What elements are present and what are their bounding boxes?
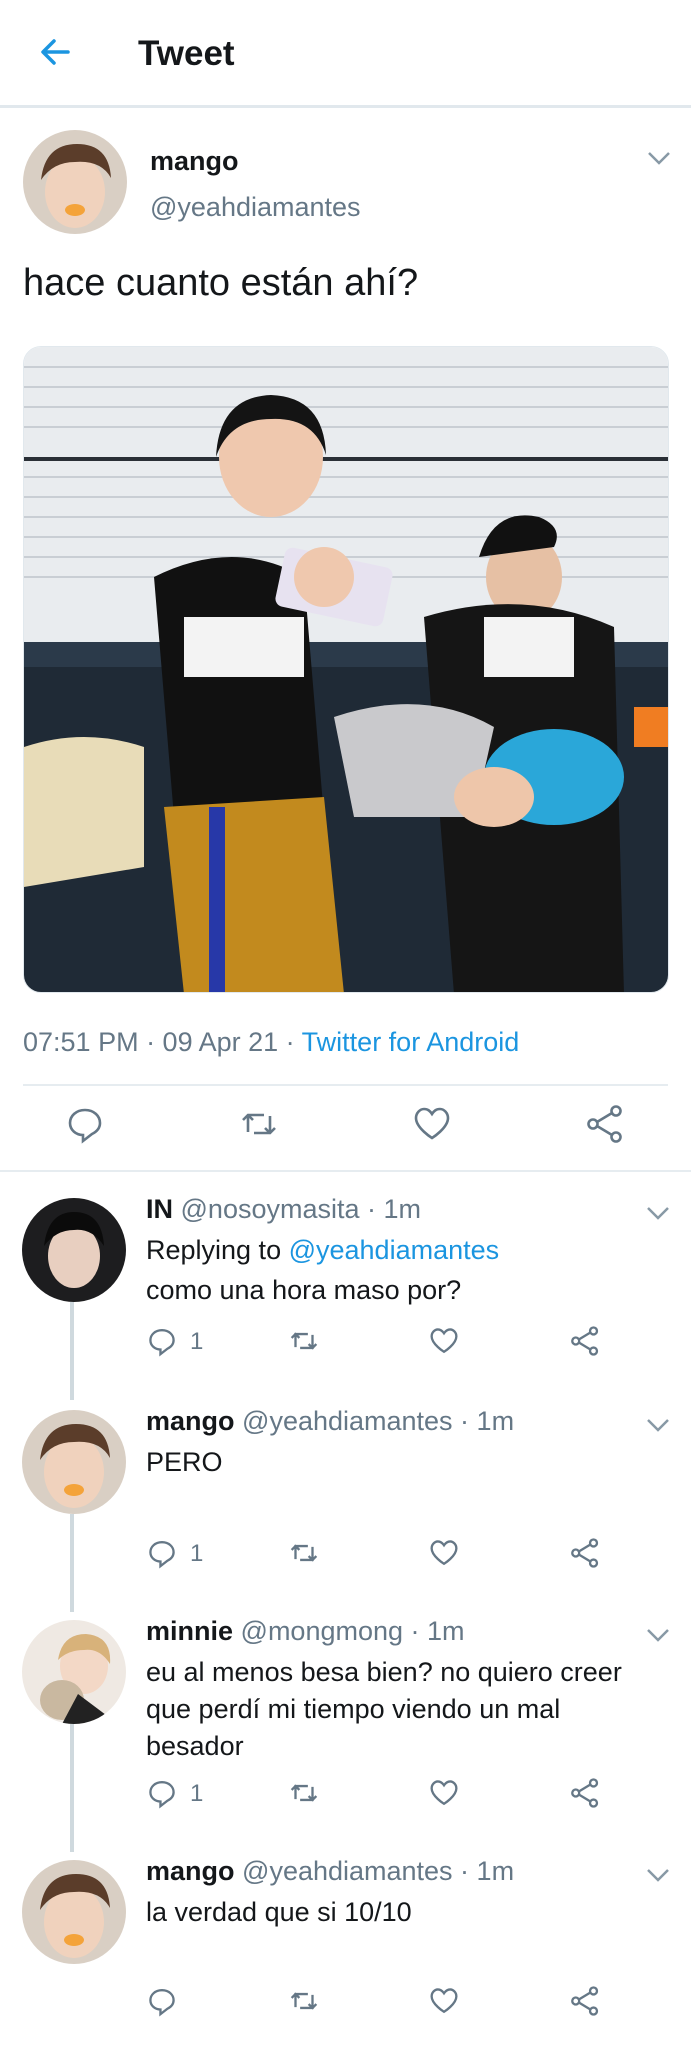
reply-handle: @yeahdiamantes · 1m bbox=[242, 1406, 515, 1436]
avatar[interactable] bbox=[23, 130, 127, 234]
replying-to: Replying to @yeahdiamantes bbox=[146, 1232, 499, 1269]
chevron-down-icon[interactable] bbox=[645, 1416, 671, 1434]
like-button[interactable] bbox=[410, 1102, 454, 1146]
avatar[interactable] bbox=[22, 1620, 126, 1724]
chevron-down-icon[interactable] bbox=[645, 148, 673, 168]
heart-icon bbox=[430, 1988, 458, 2014]
heart-icon bbox=[430, 1328, 458, 1354]
like-button[interactable] bbox=[427, 1984, 461, 2018]
share-icon bbox=[571, 1538, 599, 1568]
retweet-button[interactable] bbox=[287, 1536, 321, 1570]
reply-icon bbox=[68, 1108, 102, 1144]
avatar-image bbox=[22, 1410, 126, 1514]
timestamp: 07:51 PM · 09 Apr 21 · bbox=[23, 1027, 302, 1057]
share-button[interactable] bbox=[568, 1324, 602, 1358]
heart-icon bbox=[430, 1540, 458, 1566]
divider bbox=[23, 1084, 668, 1086]
tweet-text: hace cuanto están ahí? bbox=[23, 262, 419, 304]
arrow-left-icon bbox=[41, 39, 70, 65]
retweet-icon bbox=[290, 1784, 318, 1802]
retweet-icon bbox=[290, 1332, 318, 1350]
avatar-image bbox=[22, 1620, 126, 1724]
share-button[interactable] bbox=[568, 1776, 602, 1810]
reply-text: eu al menos besa bien? no quiero creer q… bbox=[146, 1654, 622, 1765]
page-title: Tweet bbox=[138, 34, 235, 73]
reply-icon bbox=[149, 1989, 175, 2017]
reply-button[interactable] bbox=[145, 1536, 179, 1570]
reply-author-name[interactable]: mango bbox=[146, 1406, 235, 1436]
chevron-down-icon[interactable] bbox=[645, 1626, 671, 1644]
avatar-image bbox=[23, 130, 127, 234]
reply-count: 1 bbox=[190, 1780, 204, 1807]
tweet-photo[interactable] bbox=[23, 346, 669, 993]
reply-author[interactable]: mango @yeahdiamantes · 1m bbox=[146, 1406, 514, 1437]
chevron-down-icon[interactable] bbox=[645, 1866, 671, 1884]
tweet-meta: 07:51 PM · 09 Apr 21 · Twitter for Andro… bbox=[23, 1027, 519, 1058]
top-bar: Tweet bbox=[0, 0, 691, 108]
retweet-icon bbox=[290, 1992, 318, 2010]
photo-image bbox=[24, 347, 668, 992]
reply-text-line: besador bbox=[146, 1731, 244, 1761]
reply-item[interactable]: minnie @mongmong · 1m eu al menos besa b… bbox=[0, 1612, 691, 1822]
reply-item[interactable]: IN @nosoymasita · 1m Replying to @yeahdi… bbox=[0, 1190, 691, 1360]
reply-text-line: que perdí mi tiempo viendo un mal bbox=[146, 1694, 561, 1724]
author-name[interactable]: mango bbox=[150, 146, 239, 177]
retweet-button[interactable] bbox=[287, 1324, 321, 1358]
reply-icon bbox=[149, 1329, 175, 1357]
reply-handle: @nosoymasita · 1m bbox=[180, 1194, 421, 1224]
reply-author-name[interactable]: mango bbox=[146, 1856, 235, 1886]
reply-text: como una hora maso por? bbox=[146, 1275, 462, 1305]
reply-icon bbox=[149, 1781, 175, 1809]
reply-button[interactable] bbox=[145, 1776, 179, 1810]
back-button[interactable] bbox=[34, 30, 78, 74]
chevron-down-icon[interactable] bbox=[645, 1204, 671, 1222]
share-button[interactable] bbox=[583, 1102, 627, 1146]
source-link[interactable]: Twitter for Android bbox=[302, 1027, 520, 1057]
tweet-actions bbox=[0, 1102, 691, 1152]
retweet-icon bbox=[242, 1113, 276, 1135]
like-button[interactable] bbox=[427, 1776, 461, 1810]
avatar-image bbox=[22, 1198, 126, 1302]
avatar[interactable] bbox=[22, 1198, 126, 1302]
retweet-icon bbox=[290, 1544, 318, 1562]
reply-author[interactable]: IN @nosoymasita · 1m bbox=[146, 1194, 421, 1225]
retweet-button[interactable] bbox=[237, 1102, 281, 1146]
reply-author[interactable]: mango @yeahdiamantes · 1m bbox=[146, 1856, 514, 1887]
heart-icon bbox=[414, 1107, 450, 1140]
share-button[interactable] bbox=[568, 1536, 602, 1570]
reply-item[interactable]: mango @yeahdiamantes · 1m PERO 1 bbox=[0, 1402, 691, 1572]
reply-text: la verdad que si 10/10 bbox=[146, 1897, 412, 1927]
heart-icon bbox=[430, 1780, 458, 1806]
reply-text: PERO bbox=[146, 1447, 223, 1477]
retweet-button[interactable] bbox=[287, 1776, 321, 1810]
reply-handle: @yeahdiamantes · 1m bbox=[242, 1856, 515, 1886]
reply-count: 1 bbox=[190, 1540, 204, 1567]
avatar[interactable] bbox=[22, 1860, 126, 1964]
retweet-button[interactable] bbox=[287, 1984, 321, 2018]
share-icon bbox=[587, 1105, 622, 1143]
author-handle[interactable]: @yeahdiamantes bbox=[150, 192, 361, 223]
replying-prefix: Replying to bbox=[146, 1235, 289, 1265]
reply-button[interactable] bbox=[145, 1984, 179, 2018]
reply-button[interactable] bbox=[145, 1324, 179, 1358]
share-icon bbox=[571, 1986, 599, 2016]
divider bbox=[0, 1170, 691, 1172]
reply-author-name[interactable]: IN bbox=[146, 1194, 173, 1224]
reply-button[interactable] bbox=[63, 1102, 107, 1146]
reply-icon bbox=[149, 1541, 175, 1569]
avatar-image bbox=[22, 1860, 126, 1964]
share-icon bbox=[571, 1778, 599, 1808]
reply-text-line: eu al menos besa bien? no quiero creer bbox=[146, 1657, 622, 1687]
avatar[interactable] bbox=[22, 1410, 126, 1514]
like-button[interactable] bbox=[427, 1324, 461, 1358]
share-button[interactable] bbox=[568, 1984, 602, 2018]
reply-handle: @mongmong · 1m bbox=[240, 1616, 465, 1646]
reply-author[interactable]: minnie @mongmong · 1m bbox=[146, 1616, 465, 1647]
reply-count: 1 bbox=[190, 1328, 204, 1355]
reply-item[interactable]: mango @yeahdiamantes · 1m la verdad que … bbox=[0, 1852, 691, 2032]
like-button[interactable] bbox=[427, 1536, 461, 1570]
mention-link[interactable]: @yeahdiamantes bbox=[289, 1235, 500, 1265]
reply-author-name[interactable]: minnie bbox=[146, 1616, 233, 1646]
share-icon bbox=[571, 1326, 599, 1356]
